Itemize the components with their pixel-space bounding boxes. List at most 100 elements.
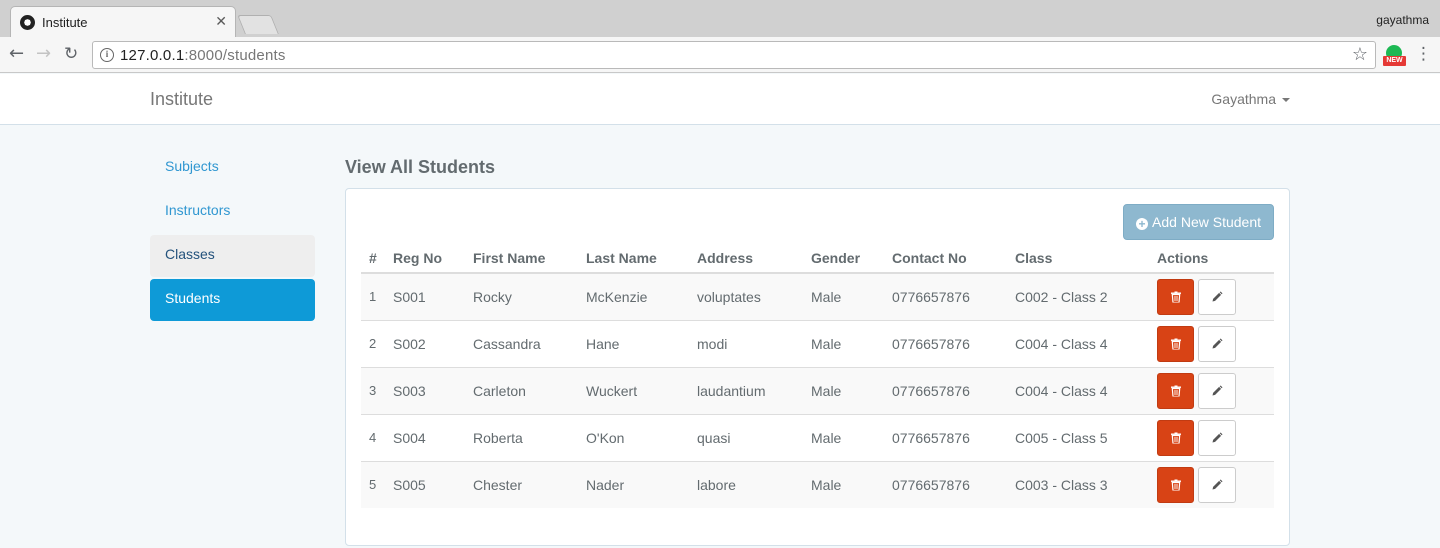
class-cell: C003 - Class 3: [1007, 460, 1149, 508]
sidebar-item-instructors[interactable]: Instructors: [150, 191, 315, 233]
column-header: Gender: [803, 244, 884, 274]
contact-cell: 0776657876: [884, 366, 1007, 414]
sidebar-item-subjects[interactable]: Subjects: [150, 147, 315, 189]
actions-cell: [1149, 319, 1274, 367]
table-header-row: # Reg No First Name Last Name Address Ge…: [361, 244, 1274, 274]
actions-cell: [1149, 273, 1274, 320]
edit-button[interactable]: [1198, 372, 1236, 409]
row-number: 1: [361, 273, 385, 320]
address-cell: laudantium: [689, 366, 803, 414]
address-cell: modi: [689, 319, 803, 367]
user-name: Gayathma: [1211, 91, 1276, 107]
first-name-cell: Carleton: [465, 366, 578, 414]
pencil-icon: [1212, 338, 1223, 348]
reg-no-cell: S005: [385, 460, 465, 508]
contact-cell: 0776657876: [884, 413, 1007, 461]
pencil-icon: [1212, 291, 1223, 302]
tab-title: Institute: [42, 15, 88, 30]
reload-icon[interactable]: ↻: [64, 43, 78, 65]
column-header: Last Name: [578, 244, 689, 274]
address-cell: quasi: [689, 413, 803, 461]
reg-no-cell: S002: [385, 319, 465, 367]
reg-no-cell: S004: [385, 413, 465, 461]
row-number: 2: [361, 319, 385, 367]
edit-button[interactable]: [1198, 278, 1236, 315]
plus-circle-icon: +: [1136, 218, 1149, 230]
column-header: Actions: [1149, 244, 1274, 274]
info-icon[interactable]: i: [100, 48, 114, 62]
edit-button[interactable]: [1198, 325, 1236, 362]
delete-button[interactable]: [1157, 278, 1194, 315]
first-name-cell: Chester: [465, 460, 578, 508]
url-path: :8000/students: [184, 47, 286, 64]
first-name-cell: Cassandra: [465, 319, 578, 367]
sidebar-item-classes[interactable]: Classes: [150, 235, 315, 277]
table-row: 5 S005 Chester Nader labore Male 0776657…: [361, 460, 1274, 508]
reg-no-cell: S001: [385, 273, 465, 320]
sidebar-item-students[interactable]: Students: [150, 279, 315, 321]
browser-tabstrip: Institute ✕ gayathma: [0, 0, 1440, 37]
class-cell: C005 - Class 5: [1007, 413, 1149, 461]
table-row: 2 S002 Cassandra Hane modi Male 07766578…: [361, 319, 1274, 367]
delete-button[interactable]: [1157, 325, 1194, 362]
column-header: Reg No: [385, 244, 465, 274]
class-cell: C004 - Class 4: [1007, 319, 1149, 367]
pencil-icon: [1212, 432, 1223, 442]
brand-link[interactable]: Institute: [150, 89, 213, 110]
trash-icon: [1170, 338, 1181, 349]
last-name-cell: O'Kon: [578, 413, 689, 461]
contact-cell: 0776657876: [884, 460, 1007, 508]
contact-cell: 0776657876: [884, 273, 1007, 320]
first-name-cell: Rocky: [465, 273, 578, 320]
app-navbar: Institute Gayathma: [0, 74, 1440, 125]
actions-cell: [1149, 413, 1274, 461]
trash-icon: [1170, 479, 1181, 491]
table-row: 1 S001 Rocky McKenzie voluptates Male 07…: [361, 273, 1274, 320]
delete-button[interactable]: [1157, 372, 1194, 409]
trash-icon: [1170, 291, 1181, 303]
extension-icon[interactable]: NEW: [1383, 45, 1406, 67]
browser-menu-icon[interactable]: ⋮: [1415, 44, 1432, 64]
extension-badge: NEW: [1383, 56, 1406, 66]
gender-cell: Male: [803, 460, 884, 508]
address-bar[interactable]: i 127.0.0.1:8000/students ☆: [92, 41, 1376, 69]
actions-cell: [1149, 366, 1274, 414]
delete-button[interactable]: [1157, 466, 1194, 503]
class-cell: C004 - Class 4: [1007, 366, 1149, 414]
address-cell: voluptates: [689, 273, 803, 320]
trash-icon: [1170, 385, 1181, 396]
students-panel: + Add New Student # Reg No First Name Las…: [345, 188, 1290, 546]
back-arrow-icon[interactable]: ←: [9, 43, 24, 65]
url-text[interactable]: 127.0.0.1:8000/students: [120, 47, 286, 64]
trash-icon: [1170, 432, 1181, 443]
address-cell: labore: [689, 460, 803, 508]
row-number: 3: [361, 366, 385, 414]
browser-tab[interactable]: Institute ✕: [10, 6, 236, 37]
edit-button[interactable]: [1198, 466, 1236, 503]
edit-button[interactable]: [1198, 419, 1236, 456]
forward-arrow-icon[interactable]: →: [36, 43, 51, 65]
new-tab-button[interactable]: [237, 15, 279, 34]
last-name-cell: Hane: [578, 319, 689, 367]
reg-no-cell: S003: [385, 366, 465, 414]
soccer-ball-favicon-icon: [20, 15, 35, 30]
browser-toolbar: ← → ↻ i 127.0.0.1:8000/students ☆ NEW ⋮: [0, 37, 1440, 73]
page-title: View All Students: [345, 157, 496, 177]
last-name-cell: Wuckert: [578, 366, 689, 414]
row-number: 4: [361, 413, 385, 461]
caret-down-icon: [1282, 98, 1290, 103]
add-button-label: Add New Student: [1152, 214, 1261, 230]
column-header: Class: [1007, 244, 1149, 274]
browser-profile-name[interactable]: gayathma: [1376, 13, 1429, 27]
class-cell: C002 - Class 2: [1007, 273, 1149, 320]
user-dropdown[interactable]: Gayathma: [1211, 91, 1290, 107]
add-new-student-button[interactable]: + Add New Student: [1123, 204, 1274, 240]
sidebar: Subjects Instructors Classes Students: [150, 147, 315, 323]
students-table: # Reg No First Name Last Name Address Ge…: [361, 244, 1274, 508]
last-name-cell: McKenzie: [578, 273, 689, 320]
bookmark-star-icon[interactable]: ☆: [1352, 44, 1368, 65]
url-host: 127.0.0.1: [120, 47, 185, 64]
delete-button[interactable]: [1157, 419, 1194, 456]
tab-close-icon[interactable]: ✕: [215, 14, 227, 30]
first-name-cell: Roberta: [465, 413, 578, 461]
